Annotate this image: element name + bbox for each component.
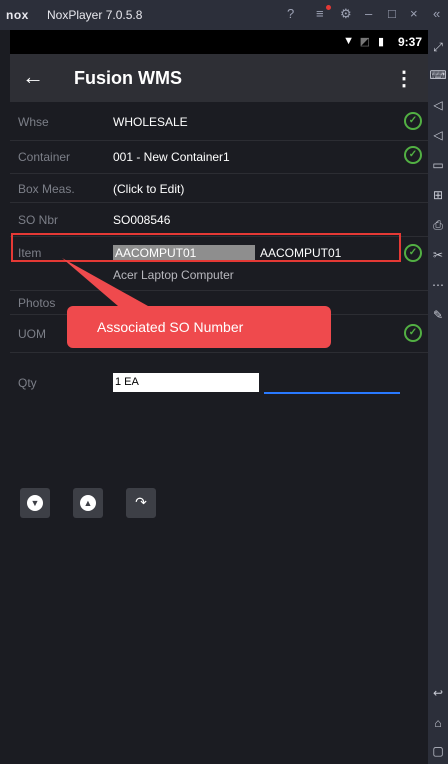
annotation-callout-text: Associated SO Number bbox=[97, 319, 244, 335]
annotation-callout: Associated SO Number bbox=[67, 306, 331, 348]
callout-pointer bbox=[62, 258, 148, 306]
